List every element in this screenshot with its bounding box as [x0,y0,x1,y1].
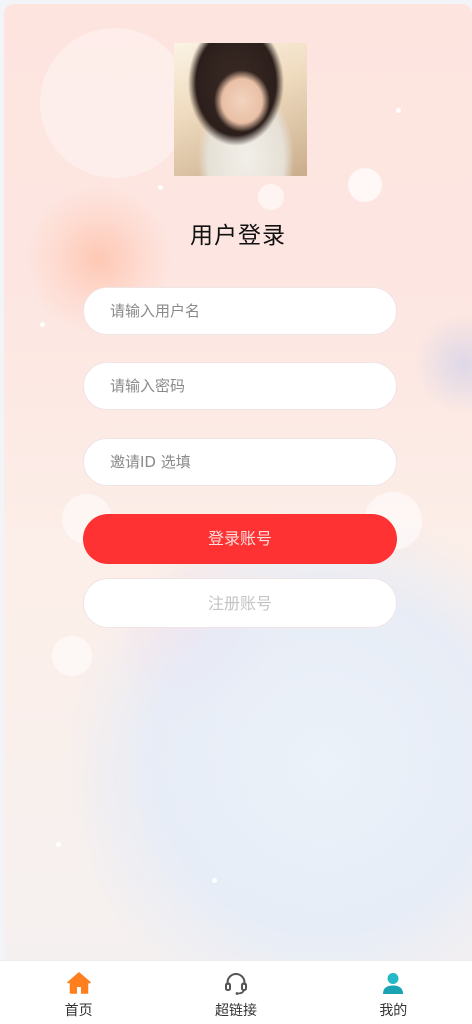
page-title: 用户登录 [190,223,286,249]
tab-links-label: 超链接 [214,1003,257,1019]
user-icon [383,973,404,994]
sparkle-dot [212,878,217,883]
password-input[interactable] [84,363,396,409]
bokeh-circle [258,184,284,210]
sparkle-dot [396,108,401,113]
avatar [174,43,307,176]
username-input[interactable] [84,288,396,334]
username-field[interactable] [83,287,397,335]
tab-home[interactable]: 首页 [0,961,157,1024]
bottom-tabbar: 首页 超链接 我的 [0,960,472,1024]
headset-icon [224,973,247,995]
bokeh-circle [348,168,382,202]
tab-mine[interactable]: 我的 [315,961,472,1024]
sparkle-dot [56,842,61,847]
invite-field[interactable] [83,438,397,486]
tab-mine-label: 我的 [379,1003,408,1019]
login-page: 用户登录 登录账号 注册账号 首页 [0,0,472,1024]
invite-input[interactable] [84,439,396,485]
sparkle-dot [40,322,45,327]
password-field[interactable] [83,362,397,410]
register-button[interactable]: 注册账号 [83,578,397,628]
bokeh-circle [40,28,190,178]
tab-home-label: 首页 [64,1003,93,1019]
login-button[interactable]: 登录账号 [83,514,397,564]
login-card: 用户登录 登录账号 注册账号 [4,4,472,960]
tab-links[interactable]: 超链接 [157,961,314,1024]
sparkle-dot [158,185,163,190]
bokeh-circle [52,636,92,676]
home-icon [66,972,91,994]
